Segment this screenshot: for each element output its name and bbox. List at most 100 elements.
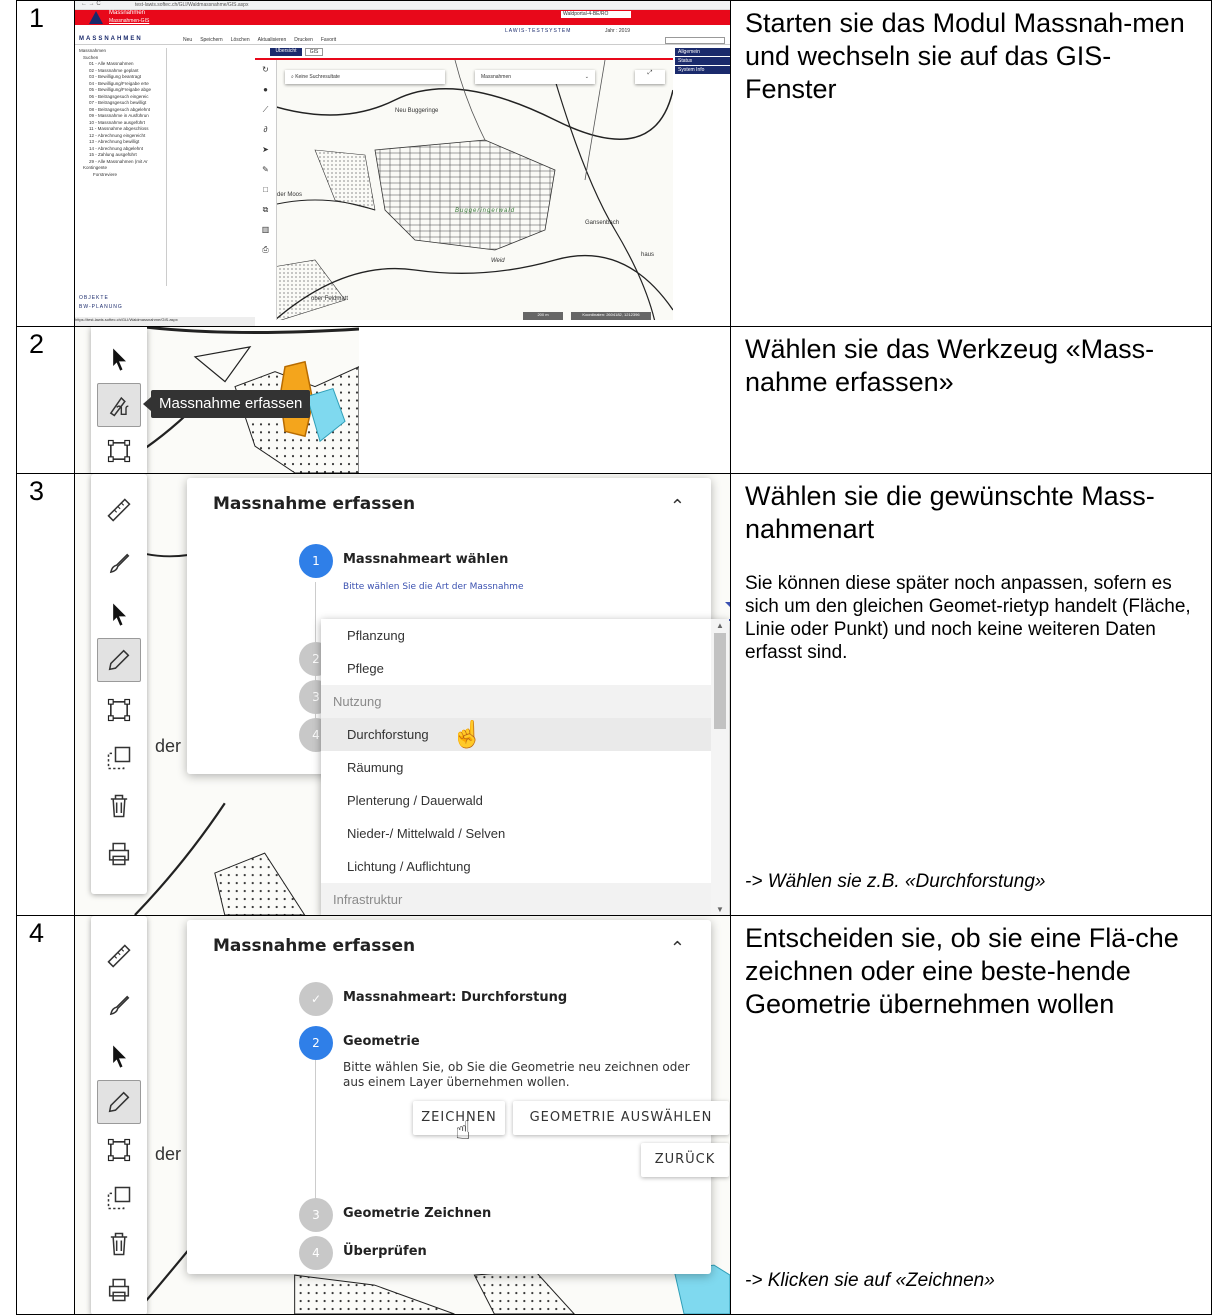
menu-allgemein[interactable]: Allgemein [675, 48, 730, 56]
nav-bw-planung[interactable]: BW-PLANUNG [79, 304, 123, 310]
panel-title: Massnahme erfassen [213, 936, 416, 956]
stepper-step-1-done: ✓ [299, 982, 333, 1016]
stepper-step-3: 3 [299, 1198, 333, 1232]
map-label: ober Feldmatt [311, 296, 349, 302]
tree-item-forstreviere[interactable]: Forstreviere [76, 172, 167, 179]
map-label: der [155, 1144, 182, 1164]
nav-objekte[interactable]: OBJEKTE [79, 295, 109, 301]
pointer-icon[interactable] [97, 1034, 141, 1078]
copy-icon[interactable] [97, 1176, 141, 1220]
global-search-input[interactable] [665, 37, 725, 44]
menu-status[interactable]: Status [675, 57, 730, 65]
layer-select[interactable]: Massnahmen ⌄ [475, 70, 595, 84]
dropdown-option[interactable]: Plenterung / Dauerwald [321, 784, 711, 817]
menu-system-info[interactable]: System Info [675, 66, 730, 74]
brush-icon[interactable] [97, 984, 141, 1028]
dropdown-option[interactable]: Durchforstung [321, 718, 711, 751]
collapse-icon[interactable]: ⌃ [670, 938, 685, 959]
scroll-up-icon[interactable]: ▲ [716, 621, 724, 630]
ruler-icon[interactable]: ⟋ [255, 100, 276, 120]
print-icon[interactable]: ⎙ [255, 240, 276, 260]
step-hint: -> Wählen sie z.B. «Durchforstung» [745, 871, 1046, 892]
pencil-icon[interactable] [97, 638, 141, 682]
panel-title: Massnahme erfassen [213, 494, 416, 514]
dropdown-option[interactable]: Pflanzung [321, 619, 711, 652]
dropdown-option[interactable]: Nieder-/ Mittelwald / Selven [321, 817, 711, 850]
massnahme-erfassen-tool[interactable] [97, 383, 141, 427]
copy-icon[interactable]: ⧉ [255, 200, 276, 220]
step-description: Wählen sie das Werkzeug «Mass-nahme erfa… [730, 326, 1212, 474]
pointer-icon[interactable] [97, 337, 141, 381]
fullscreen-button[interactable]: ⤢ [635, 70, 665, 84]
app-header-title: Massnahmen [109, 10, 146, 16]
dropdown-option[interactable]: Lichtung / Auflichtung [321, 850, 711, 883]
app-header-sub[interactable]: Massnahmen-GIS [109, 18, 149, 24]
step-number: 3 [16, 473, 75, 916]
dropdown-option[interactable]: Räumung [321, 751, 711, 784]
toolbar-print[interactable]: Drucken [294, 37, 313, 43]
pointer-icon[interactable]: ➤ [255, 140, 276, 160]
step-4-label: Überprüfen [343, 1244, 427, 1259]
select-geometry-button[interactable]: GEOMETRIE AUSWÄHLEN [513, 1101, 729, 1135]
trash-icon[interactable] [97, 784, 141, 828]
select-box-icon[interactable]: □ [255, 180, 276, 200]
trash-icon[interactable] [97, 1222, 141, 1266]
refresh-icon[interactable]: ↻ [255, 60, 276, 80]
step-2-screenshot: Massnahme erfassen [74, 326, 731, 474]
browser-nav-icons[interactable]: ← → C [81, 2, 101, 8]
map-tool-column: ↻ ● ⟋ ∂ ➤ ✎ □ ⧉ ▥ ⎙ [255, 60, 277, 320]
tool-tooltip: Massnahme erfassen [151, 390, 311, 418]
ruler-icon[interactable] [97, 488, 141, 532]
back-button[interactable]: ZURÜCK [641, 1143, 729, 1177]
step-1-label: Massnahmeart wählen [343, 552, 509, 567]
step-3-label: Geometrie Zeichnen [343, 1206, 492, 1221]
trash-icon[interactable]: ▥ [255, 220, 276, 240]
toolbar-refresh[interactable]: Aktualisieren [258, 37, 287, 43]
gis-map[interactable]: Neu Buggeringe Buggeringerwald Gansenbac… [255, 58, 673, 320]
collapse-icon[interactable]: ⌃ [670, 496, 685, 517]
brush-icon[interactable] [97, 542, 141, 586]
left-tree: Massnahmen Suchen 01 - Alle Massnahmen 02… [76, 48, 167, 286]
print-icon[interactable] [97, 832, 141, 876]
copy-icon[interactable] [97, 736, 141, 780]
toolbar-new[interactable]: Neu [183, 37, 192, 43]
ruler-icon[interactable] [97, 934, 141, 978]
year-select[interactable]: Jahr : 2019 [605, 28, 630, 34]
step-hint: -> Klicken sie auf «Zeichnen» [745, 1270, 995, 1291]
map-lines [255, 60, 673, 320]
scroll-down-icon[interactable]: ▼ [716, 905, 724, 914]
brush-icon[interactable]: ∂ [255, 120, 276, 140]
step-1-label: Massnahmeart: Durchforstung [343, 990, 568, 1005]
step-2-label: Geometrie [343, 1034, 420, 1049]
tab-uebersicht[interactable]: Übersicht [270, 48, 302, 56]
right-menu: Allgemein Status System Info [675, 48, 730, 74]
toolbar-favorite[interactable]: Favorit [321, 37, 336, 43]
pointer-icon[interactable] [97, 592, 141, 636]
toolbar-save[interactable]: Speichern [200, 37, 223, 43]
pencil-icon[interactable]: ✎ [255, 160, 276, 180]
print-icon[interactable] [97, 1268, 141, 1312]
select-box-icon[interactable] [97, 429, 141, 473]
status-url: https://test-lawis.softec.ch/GLI/Waldmas… [75, 317, 255, 326]
step-number: 1 [16, 0, 75, 327]
scroll-thumb[interactable] [714, 633, 726, 729]
select-box-icon[interactable] [97, 1128, 141, 1172]
toolbar-delete[interactable]: Löschen [231, 37, 250, 43]
portal-select[interactable]: Waldportal-4-BE/RO [561, 11, 631, 18]
map-toolbar [91, 327, 147, 473]
info-icon[interactable]: ● [255, 80, 276, 100]
pencil-icon[interactable] [97, 1080, 141, 1124]
browser-url[interactable]: test-lawis.softec.ch/GLI/Waldmassnahme/G… [135, 2, 248, 8]
map-label: Weid [491, 258, 505, 264]
select-box-icon[interactable] [97, 688, 141, 732]
step-3-screenshot: der Massnahme erfassen ⌃ 1 Massnahmeart … [74, 473, 731, 916]
map-toolbar [91, 916, 147, 1314]
dropdown-scrollbar[interactable]: ▲ ▼ [711, 619, 729, 915]
step-4-screenshot: der Massnahme erfassen ⌃ ✓ Massnahmeart:… [74, 915, 731, 1315]
step-title: Entscheiden sie, ob sie eine Flä-che zei… [745, 923, 1179, 1019]
dropdown-option[interactable]: Pflege [321, 652, 711, 685]
tab-gis[interactable]: GIS [305, 48, 323, 56]
map-search-input[interactable]: ⌕ Keine Suchresultate [285, 70, 445, 84]
step-description: Starten sie das Modul Massnah-men und we… [730, 0, 1212, 327]
map-label: Neu Buggeringe [395, 108, 439, 114]
